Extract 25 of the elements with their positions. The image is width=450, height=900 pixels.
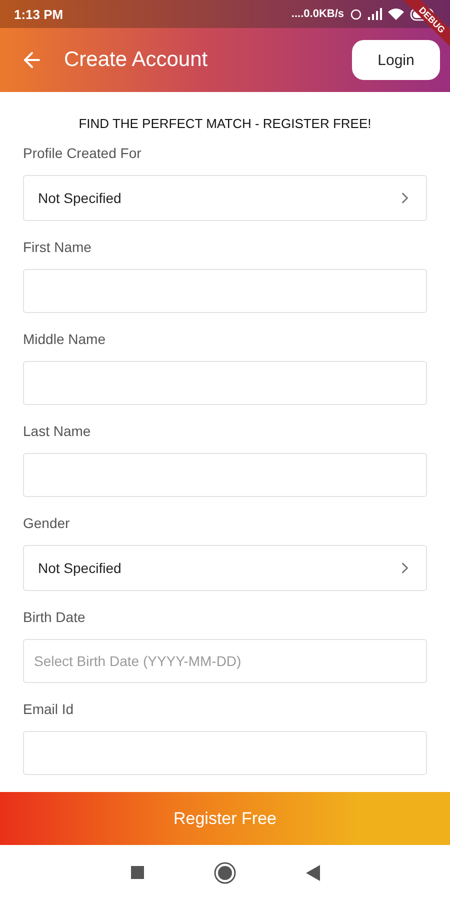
field-label: Email Id <box>23 701 74 717</box>
field-label: Last Name <box>23 423 91 439</box>
status-time: 1:13 PM <box>14 6 64 22</box>
input-field[interactable] <box>23 269 427 313</box>
date-field[interactable]: Select Birth Date (YYYY-MM-DD) <box>23 639 427 683</box>
input-field[interactable] <box>23 361 427 405</box>
login-button[interactable]: Login <box>352 40 440 80</box>
field-label: Gender <box>23 515 70 531</box>
back-triangle-icon[interactable] <box>306 864 320 880</box>
signal-icon <box>368 8 382 20</box>
heading: FIND THE PERFECT MATCH - REGISTER FREE! <box>78 116 372 131</box>
field-label: Profile Created For <box>23 145 142 161</box>
wifi-icon <box>388 8 404 20</box>
field-label: Middle Name <box>23 331 106 347</box>
input-field[interactable] <box>23 453 427 497</box>
circle-icon[interactable] <box>214 862 236 884</box>
dropdown-field[interactable]: Not Specified <box>23 545 427 591</box>
alarm-icon <box>350 8 362 20</box>
square-icon[interactable] <box>130 866 144 879</box>
input-field[interactable] <box>23 731 427 775</box>
screen-title: Create Account <box>64 48 209 72</box>
network-speed: ....0.0KB/s <box>291 8 344 20</box>
field-label: First Name <box>23 239 92 255</box>
field-label: Birth Date <box>23 609 86 625</box>
dropdown-field[interactable]: Not Specified <box>23 175 427 221</box>
